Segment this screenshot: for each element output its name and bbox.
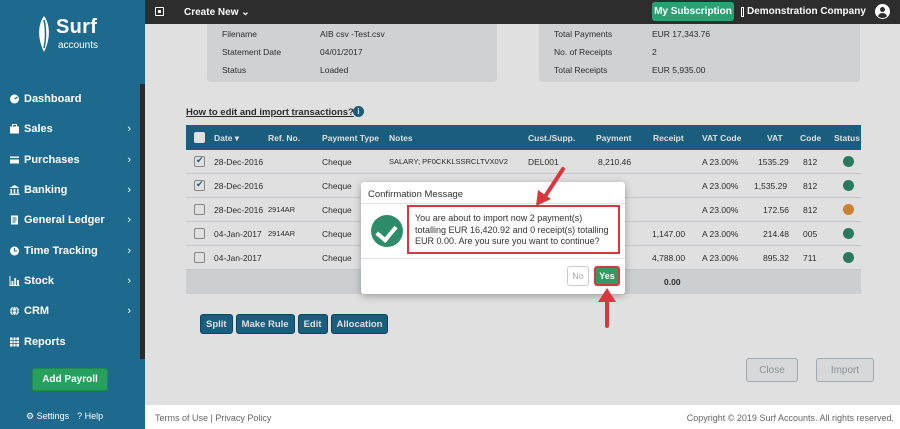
clock-icon [10, 246, 19, 256]
sidebar-item-purchases[interactable]: Purchases › [0, 145, 145, 175]
copyright-text: Copyright © 2019 Surf Accounts. All righ… [686, 413, 894, 423]
sidebar: Surf accounts Dashboard Sales › Purchase… [0, 0, 145, 429]
sidebar-item-label: Banking [24, 184, 68, 197]
user-avatar-icon[interactable] [875, 4, 890, 19]
sidebar-item-label: Sales [24, 123, 53, 136]
bank-icon [9, 185, 20, 196]
dialog-header: Confirmation Message [361, 182, 625, 204]
sidebar-item-label: Reports [24, 335, 66, 348]
privacy-link[interactable]: Privacy Policy [215, 413, 271, 423]
create-new-label: Create New [184, 7, 239, 18]
sidebar-item-stock[interactable]: Stock › [0, 266, 145, 296]
sidebar-bottom-links: ⚙ Settings ? Help [26, 411, 103, 422]
brand-sub: accounts [58, 40, 99, 51]
dialog-message: You are about to import now 2 payment(s)… [407, 205, 620, 254]
chevron-right-icon: › [127, 184, 131, 197]
table-icon [10, 337, 19, 347]
settings-link[interactable]: ⚙ Settings [26, 411, 69, 422]
company-selector[interactable]: Demonstration Company [747, 6, 866, 17]
dialog-title: Confirmation Message [368, 189, 464, 200]
menu-toggle-icon[interactable] [155, 7, 164, 16]
bar-chart-icon [9, 275, 20, 286]
sidebar-item-label: Time Tracking [24, 244, 98, 257]
topbar: Create New ⌄ My Subscription Demonstrati… [145, 0, 900, 24]
question-icon: ? [77, 411, 83, 421]
yes-button[interactable]: Yes [594, 266, 620, 286]
terms-link[interactable]: Terms of Use [155, 413, 208, 423]
brand-name: Surf [56, 16, 98, 38]
annotation-arrow-icon [598, 288, 616, 328]
chevron-down-icon: ⌄ [241, 7, 250, 18]
sidebar-item-label: General Ledger [24, 214, 105, 227]
chevron-right-icon: › [127, 305, 131, 318]
footer-links: Terms of Use | Privacy Policy [155, 413, 271, 423]
sidebar-item-banking[interactable]: Banking › [0, 175, 145, 205]
confirmation-dialog: Confirmation Message You are about to im… [361, 182, 625, 294]
my-subscription-button[interactable]: My Subscription [652, 2, 734, 21]
chevron-right-icon: › [127, 214, 131, 227]
help-label: Help [84, 411, 104, 421]
help-link[interactable]: ? Help [77, 411, 103, 422]
sidebar-item-sales[interactable]: Sales › [0, 114, 145, 144]
globe-icon [10, 306, 19, 317]
page-footer: Terms of Use | Privacy Policy Copyright … [145, 404, 900, 429]
sidebar-item-label: Dashboard [24, 93, 82, 106]
chevron-right-icon: › [127, 153, 131, 166]
dashboard-icon [10, 94, 19, 104]
sidebar-item-reports[interactable]: Reports [0, 326, 145, 356]
annotation-arrow-icon [536, 167, 565, 206]
sidebar-nav: Dashboard Sales › Purchases › Banking › … [0, 84, 145, 357]
add-payroll-button[interactable]: Add Payroll [32, 368, 108, 391]
sidebar-item-label: Stock [24, 274, 54, 287]
gear-icon: ⚙ [26, 411, 35, 421]
create-new-menu[interactable]: Create New ⌄ [184, 7, 250, 18]
briefcase-icon [10, 124, 19, 134]
building-icon [741, 7, 744, 17]
settings-label: Settings [36, 411, 70, 421]
sidebar-item-label: Purchases [24, 153, 80, 166]
surfboard-icon [39, 16, 49, 52]
chevron-right-icon: › [127, 123, 131, 136]
chevron-right-icon: › [127, 274, 131, 287]
chevron-right-icon: › [127, 244, 131, 257]
sidebar-item-crm[interactable]: CRM › [0, 296, 145, 326]
sidebar-item-time-tracking[interactable]: Time Tracking › [0, 235, 145, 265]
document-icon [11, 215, 18, 225]
sidebar-item-dashboard[interactable]: Dashboard [0, 84, 145, 114]
check-circle-icon [371, 215, 403, 247]
sidebar-item-general-ledger[interactable]: General Ledger › [0, 205, 145, 235]
sidebar-item-label: CRM [24, 305, 50, 318]
no-button[interactable]: No [567, 266, 589, 286]
logo[interactable]: Surf accounts [30, 14, 120, 58]
card-icon [10, 156, 19, 164]
